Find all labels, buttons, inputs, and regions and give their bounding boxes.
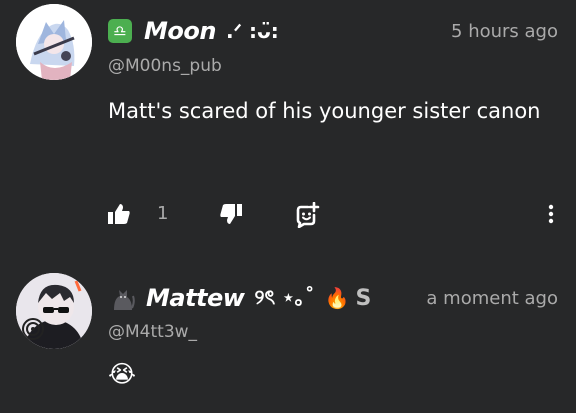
fire-emoji: 🔥 [324,286,350,310]
comment-timestamp[interactable]: 5 hours ago [451,21,558,42]
comment-author-name[interactable]: Moon [144,17,216,45]
libra-badge-icon: ♎ [108,19,132,43]
comment-text: 😭 [108,360,137,388]
avatar-image [16,4,92,80]
comment-actions: 1 [108,201,556,230]
black-cat-icon [108,284,136,312]
author-name-suffix: .ᐟ :ᴗ̈: [225,19,279,43]
comment-header: ♎ Moon .ᐟ :ᴗ̈: 5 hours ago [108,15,558,47]
like-count: 1 [157,203,169,224]
avatar[interactable] [16,273,92,349]
comment-header: Mattew ୨ৎ ⋆｡˚ 🔥 S a moment ago [108,282,558,314]
comment-item: ♎ Moon .ᐟ :ᴗ̈: 5 hours ago @M00ns_pub Ma… [0,0,576,250]
author-name-suffix: ୨ৎ ⋆｡˚ [254,284,315,309]
comment-timestamp[interactable]: a moment ago [418,287,558,309]
comment-author-name[interactable]: Mattew [146,284,245,312]
dislike-icon[interactable] [220,202,242,226]
author-handle[interactable]: @M4tt3w_ [108,322,197,342]
more-options-icon[interactable] [546,202,556,226]
comment-item: Mattew ୨ৎ ⋆｡˚ 🔥 S a moment ago @M4tt3w_ … [0,268,576,413]
avatar[interactable] [16,4,92,80]
author-handle[interactable]: @M00ns_pub [108,56,222,76]
reply-icon[interactable] [294,201,320,229]
avatar-image [16,273,92,349]
like-icon[interactable] [108,202,130,226]
author-name-truncated: S [355,285,372,311]
comment-text: Matt's scared of his younger sister cano… [108,99,541,123]
